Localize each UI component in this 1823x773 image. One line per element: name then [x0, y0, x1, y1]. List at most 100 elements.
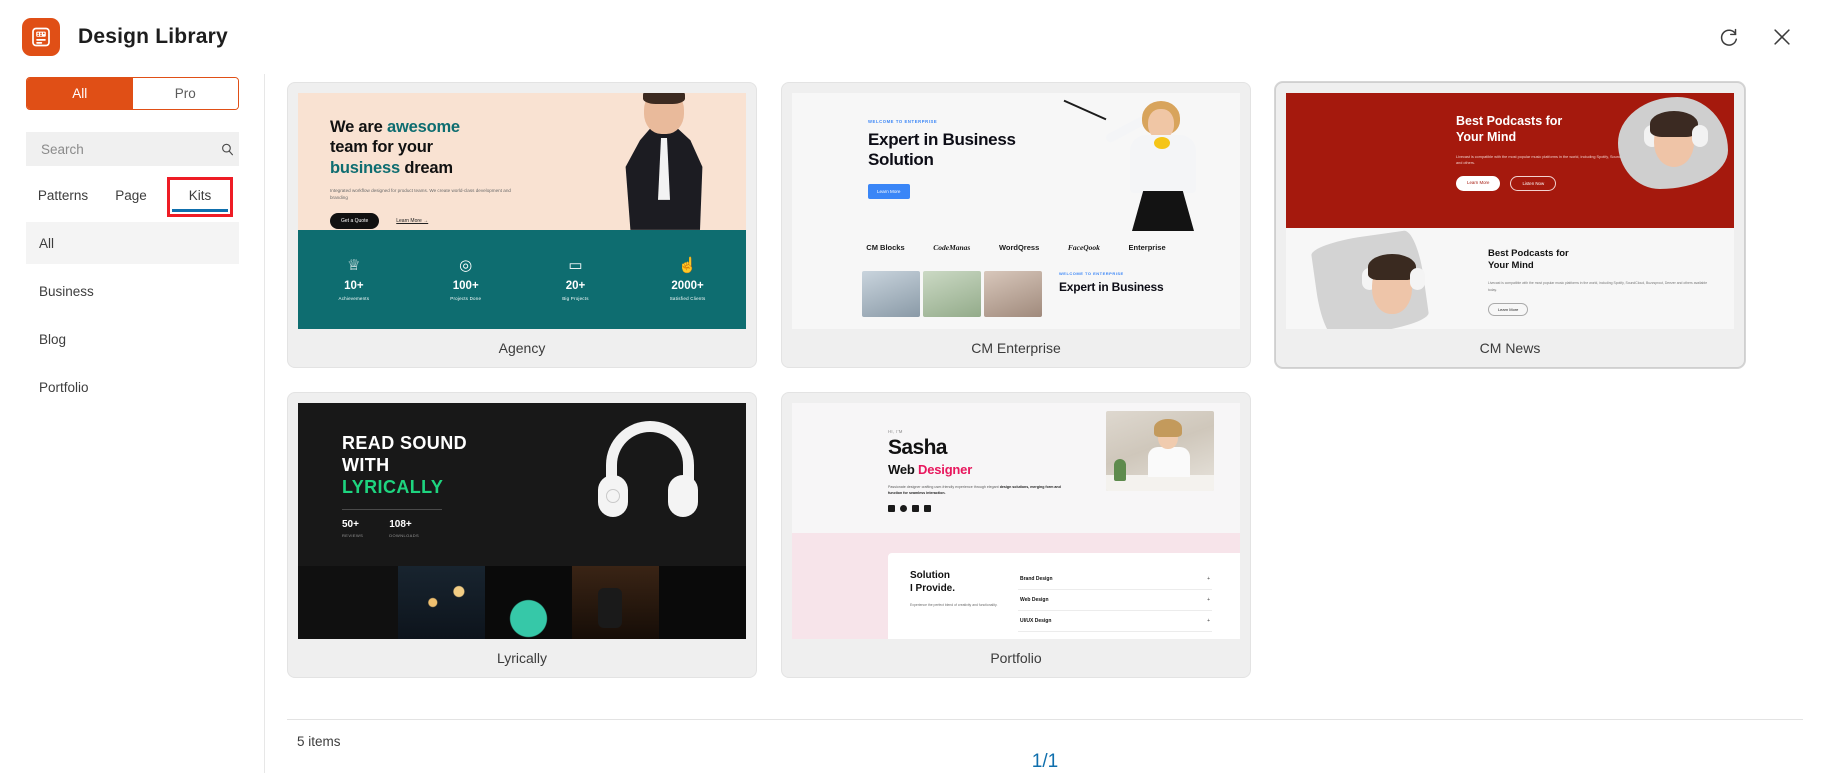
lyrically-tile-2 — [485, 565, 572, 639]
headphone-brand-icon — [606, 489, 620, 503]
portfolio-service-row: Web Design + — [1018, 590, 1212, 611]
cm-news-lower-title: Best Podcasts for Your Mind — [1488, 248, 1708, 273]
search-box[interactable] — [26, 132, 239, 166]
kit-card-lyrically[interactable]: READ SOUND WITH LYRICALLY 50+ REVIEWS 10… — [287, 392, 757, 678]
cm-enterprise-photo-3 — [984, 271, 1042, 317]
sidebar: All Pro Patterns Page Kits All B — [0, 74, 265, 773]
kit-thumbnail-agency: We are awesome team for your business dr… — [298, 93, 746, 329]
cm-news-hero: Best Podcasts for Your Mind Livecast is … — [1286, 93, 1734, 228]
plan-segmented-control: All Pro — [26, 77, 239, 110]
agency-stat: ▭ 20+ Big Projects — [562, 258, 588, 301]
cm-enterprise-logo-row: CM Blocks CodeManas WordQress FaceQook E… — [792, 229, 1240, 265]
agency-stats-bar: ♕ 10+ Achievements ◎ 100+ Projects Done … — [298, 229, 746, 329]
portfolio-service-row: Brand Design + — [1018, 569, 1212, 590]
portfolio-paragraph: Passionate designer crafting user-friend… — [888, 484, 1063, 497]
headphone-cup-right — [668, 475, 698, 517]
kit-card-label: Lyrically — [496, 650, 548, 666]
content-area: We are awesome team for your business dr… — [265, 74, 1823, 773]
portfolio-hero: HI, I'M Sasha Web Designer Passionate de… — [792, 403, 1240, 533]
search-input[interactable] — [39, 140, 220, 158]
tab-page[interactable]: Page — [100, 182, 162, 212]
kit-thumbnail-cm-news: Best Podcasts for Your Mind Livecast is … — [1286, 93, 1734, 329]
headphones-image — [596, 421, 704, 539]
portfolio-role-part-1: Web — [888, 462, 919, 477]
listener-hair — [1650, 111, 1698, 137]
cm-news-listener-image — [1618, 97, 1728, 189]
cm-enterprise-photo-1 — [862, 271, 920, 317]
agency-learn-more-link: Learn More → — [396, 217, 429, 224]
behance-icon — [924, 504, 931, 512]
agency-stat-caption: Achievements — [338, 295, 370, 301]
logo-wordqress: WordQress — [998, 242, 1040, 252]
cm-news-listen-now-button: Listen Now — [1510, 176, 1557, 192]
portfolio-services-accordion: Brand Design + Web Design + UI/UX Design… — [1018, 569, 1240, 639]
lyrically-image-strip — [298, 565, 746, 639]
portfolio-service-label: Brand Design — [1020, 575, 1053, 582]
kit-card-cm-news[interactable]: Best Podcasts for Your Mind Livecast is … — [1275, 82, 1745, 368]
agency-stat-caption: Satisfied Clients — [669, 295, 706, 301]
portfolio-page: HI, I'M Sasha Web Designer Passionate de… — [792, 403, 1240, 639]
kit-grid: We are awesome team for your business dr… — [265, 74, 1823, 719]
cm-news-lower-button: Learn More — [1487, 303, 1529, 317]
pagination-label[interactable]: 1/1 — [1032, 751, 1058, 772]
designer-body — [1148, 447, 1190, 477]
kit-card-label: Portfolio — [990, 650, 1042, 666]
lyrically-tile-1 — [398, 565, 485, 639]
close-icon[interactable] — [1769, 24, 1795, 50]
kit-card-label: Agency — [498, 340, 546, 356]
sidebar-item-portfolio[interactable]: Portfolio — [26, 366, 239, 408]
agency-stat-number: 10+ — [344, 279, 364, 292]
agency-stat-number: 2000+ — [671, 279, 704, 292]
page-title: Design Library — [78, 25, 228, 48]
kit-card-agency[interactable]: We are awesome team for your business dr… — [287, 82, 757, 368]
lyrically-stat-number: 50+ — [342, 518, 359, 530]
agency-hero: We are awesome team for your business dr… — [298, 93, 746, 230]
cm-enterprise-bottom-title: Expert in Business — [1059, 280, 1164, 294]
kit-card-portfolio[interactable]: HI, I'M Sasha Web Designer Passionate de… — [781, 392, 1251, 678]
cm-news-lower-title-line1: Best Podcasts for — [1487, 247, 1569, 259]
lyrically-stat: 108+ DOWNLOADS — [389, 519, 419, 538]
kit-card-cm-enterprise[interactable]: WELCOME TO ENTERPRISE Expert in Business… — [781, 82, 1251, 368]
lyrically-tile-4 — [659, 565, 746, 639]
cm-enterprise-bottom-eyebrow: WELCOME TO ENTERPRISE — [1059, 271, 1124, 276]
lyrically-stat-caption: DOWNLOADS — [389, 532, 420, 538]
sidebar-item-all[interactable]: All — [26, 222, 239, 264]
portfolio-panel-title: Solution I Provide. — [910, 569, 1018, 595]
sidebar-item-blog[interactable]: Blog — [26, 318, 239, 360]
lyrically-hero: READ SOUND WITH LYRICALLY 50+ REVIEWS 10… — [298, 403, 746, 566]
refresh-icon[interactable] — [1715, 24, 1741, 50]
presenter-bow — [1154, 137, 1170, 149]
portfolio-panel-title-line1: Solution — [910, 569, 950, 581]
agency-stat-caption: Projects Done — [450, 295, 482, 301]
window-body: All Pro Patterns Page Kits All B — [0, 74, 1823, 773]
lyrically-stat: 50+ REVIEWS — [342, 519, 363, 538]
portfolio-social-links — [888, 504, 1240, 512]
plus-icon: + — [1207, 575, 1210, 582]
kit-thumbnail-portfolio: HI, I'M Sasha Web Designer Passionate de… — [792, 403, 1240, 639]
kit-thumbnail-cm-enterprise: WELCOME TO ENTERPRISE Expert in Business… — [792, 93, 1240, 329]
agency-headline-part-1: We are — [330, 118, 387, 136]
agency-quote-button: Get a Quote — [330, 212, 380, 229]
tab-kits[interactable]: Kits — [167, 177, 233, 217]
logo-enterprise: Enterprise — [1128, 242, 1166, 252]
kit-card-label: CM Enterprise — [971, 340, 1061, 356]
portfolio-service-row: Product Design + — [1018, 632, 1212, 640]
pagination: 1/1 — [287, 751, 1803, 773]
portfolio-designer-photo — [1106, 411, 1214, 491]
briefcase-icon: ▭ — [568, 256, 583, 274]
search-icon[interactable] — [220, 142, 235, 157]
sidebar-item-business[interactable]: Business — [26, 270, 239, 312]
cm-news-learn-more-button: Learn More — [1456, 176, 1501, 192]
cm-enterprise-hero: WELCOME TO ENTERPRISE Expert in Business… — [792, 93, 1240, 231]
cm-enterprise-photo-2 — [923, 271, 981, 317]
segment-pro[interactable]: Pro — [132, 78, 238, 109]
tab-patterns[interactable]: Patterns — [26, 182, 100, 212]
lyrically-divider — [342, 508, 442, 510]
kit-thumbnail-lyrically: READ SOUND WITH LYRICALLY 50+ REVIEWS 10… — [298, 403, 746, 639]
target-icon: ◎ — [459, 256, 473, 274]
designer-hair — [1154, 419, 1182, 437]
items-count: 5 items — [297, 734, 341, 749]
segment-all[interactable]: All — [27, 78, 133, 109]
cm-news-lower-title-line2: Your Mind — [1487, 259, 1534, 271]
portfolio-services-panel: Solution I Provide. Experience the perfe… — [888, 552, 1240, 639]
